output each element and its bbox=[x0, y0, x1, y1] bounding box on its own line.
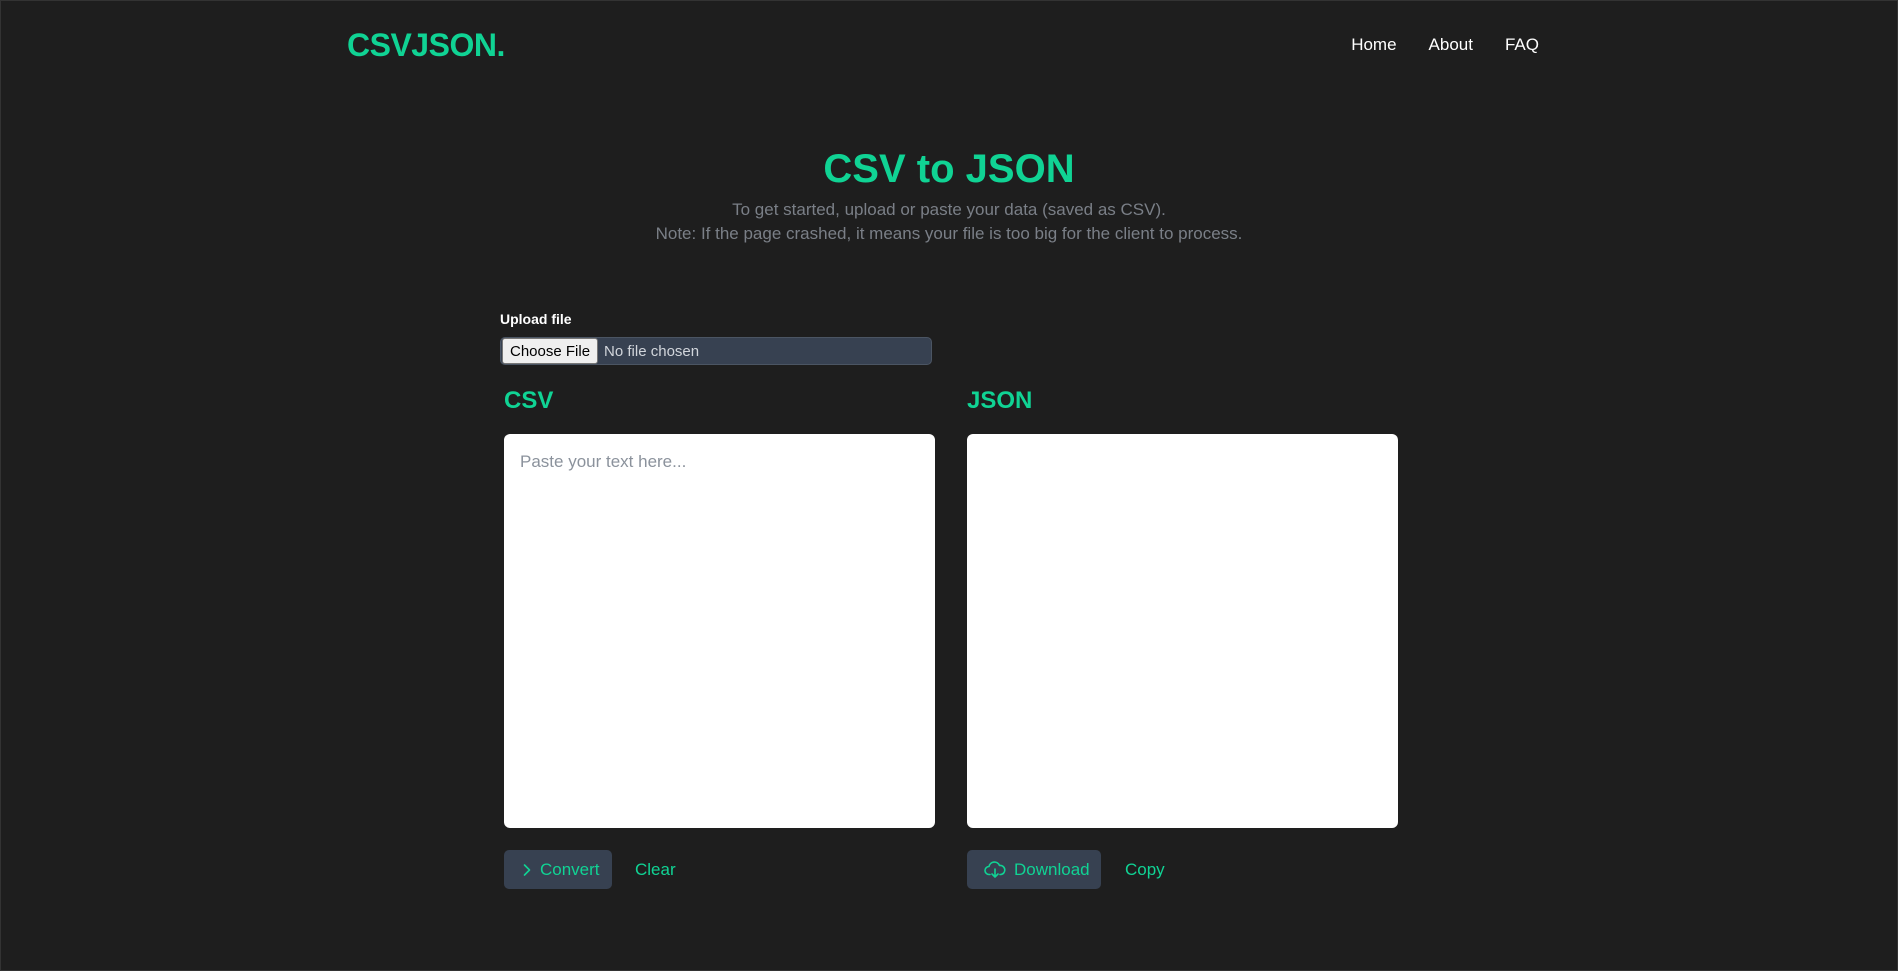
page-title: CSV to JSON bbox=[823, 147, 1075, 191]
csv-input[interactable] bbox=[504, 434, 935, 828]
json-panel-title: JSON bbox=[967, 387, 1033, 414]
page-subtitle: To get started, upload or paste your dat… bbox=[732, 200, 1166, 219]
top-nav: Home About FAQ bbox=[1351, 35, 1539, 55]
nav-item-about[interactable]: About bbox=[1429, 35, 1473, 55]
download-button-label: Download bbox=[1014, 859, 1090, 879]
nav-item-faq[interactable]: FAQ bbox=[1505, 35, 1539, 55]
app-window: CSVJSON. Home About FAQ CSV to JSON To g… bbox=[0, 0, 1898, 971]
brand-logo[interactable]: CSVJSON. bbox=[347, 27, 505, 64]
file-input[interactable]: Choose File No file chosen bbox=[500, 337, 932, 365]
clear-button[interactable]: Clear bbox=[635, 850, 676, 889]
download-button[interactable]: Download bbox=[967, 850, 1101, 889]
convert-button-label: Convert bbox=[540, 859, 600, 879]
page-note: Note: If the page crashed, it means your… bbox=[655, 224, 1243, 243]
upload-file-label: Upload file bbox=[500, 311, 572, 327]
nav-item-home[interactable]: Home bbox=[1351, 35, 1396, 55]
chevron-right-icon bbox=[522, 863, 532, 877]
choose-file-button[interactable]: Choose File bbox=[502, 338, 599, 364]
file-status-text: No file chosen bbox=[604, 342, 700, 360]
copy-button[interactable]: Copy bbox=[1125, 850, 1165, 889]
convert-button[interactable]: Convert bbox=[504, 850, 612, 889]
csv-panel-title: CSV bbox=[504, 387, 554, 414]
json-output[interactable] bbox=[967, 434, 1398, 828]
cloud-download-icon bbox=[984, 860, 1006, 879]
